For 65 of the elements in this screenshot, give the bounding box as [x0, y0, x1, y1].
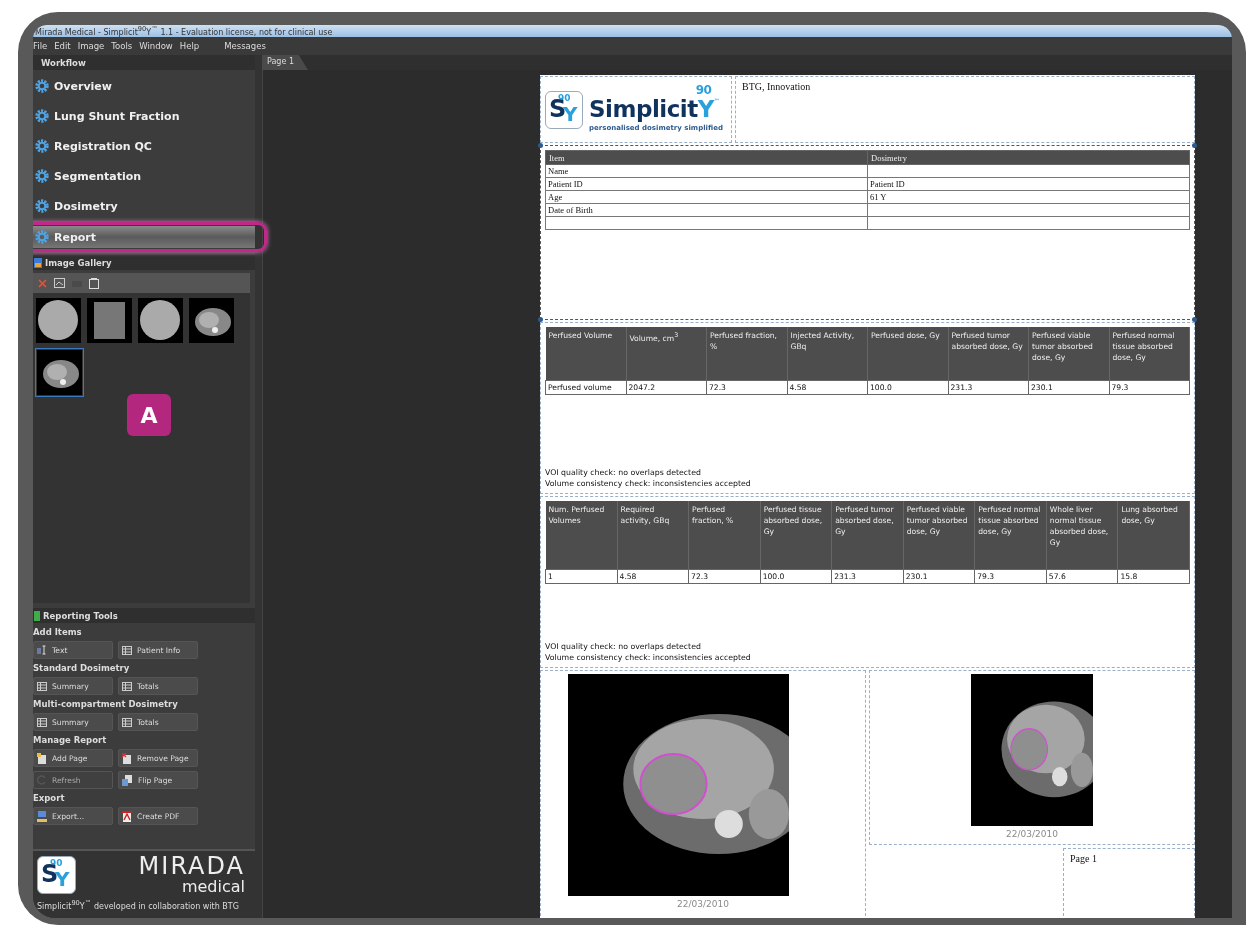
- group-title: Manage Report: [33, 734, 108, 747]
- menu-item[interactable]: Edit: [54, 41, 71, 51]
- group-title: Add Items: [33, 626, 83, 639]
- gear-icon: [35, 199, 49, 213]
- callout-badge: A: [127, 394, 171, 436]
- add-page-icon: [37, 752, 47, 764]
- workflow-item[interactable]: Lung Shunt Fraction: [33, 101, 255, 131]
- credit-text: Simplicit$^{90}$Y$^{™}$ developed in collaboration with BTG: [37, 898, 240, 911]
- table-icon: [37, 681, 47, 691]
- column-header: Dosimetry: [867, 150, 1190, 165]
- group-title: Multi-compartment Dosimetry: [33, 698, 179, 711]
- flip-page-icon: [122, 774, 133, 786]
- menu-item[interactable]: Image: [77, 41, 105, 51]
- scan-thumbnail[interactable]: [35, 297, 82, 344]
- table-icon: [37, 717, 47, 727]
- logo-subtitle: medical: [181, 878, 245, 896]
- gear-icon: [35, 169, 49, 183]
- scan-thumbnail[interactable]: [188, 297, 235, 344]
- table-cell: Patient ID: [545, 177, 868, 191]
- gear-icon: [35, 109, 49, 123]
- group-title: Export: [33, 792, 66, 805]
- image-date: 22/03/2010: [1006, 829, 1058, 839]
- scan-thumbnail[interactable]: [35, 348, 84, 397]
- tool-icon: [34, 610, 40, 621]
- image-date: 22/03/2010: [677, 899, 729, 909]
- page-tab[interactable]: Page 1: [262, 55, 308, 70]
- menu-item[interactable]: Tools: [111, 41, 133, 51]
- computer-icon: [37, 810, 47, 822]
- remove-page-icon: [122, 752, 132, 764]
- menu-item[interactable]: Window: [139, 41, 173, 51]
- gear-icon: [35, 139, 49, 153]
- gear-icon: [35, 79, 49, 93]
- workflow-item[interactable]: Registration QC: [33, 131, 255, 161]
- column-header: Item: [545, 150, 868, 165]
- scan-thumbnail[interactable]: [137, 297, 184, 344]
- image-icon[interactable]: [54, 278, 65, 288]
- table-icon: [122, 681, 132, 691]
- workflow-item[interactable]: Overview: [33, 71, 255, 101]
- panel-title: Reporting Tools: [43, 610, 118, 621]
- text-cursor-icon: [37, 645, 47, 655]
- panel-title: Image Gallery: [45, 257, 112, 268]
- pdf-icon: [122, 810, 132, 822]
- header-text: BTG, Innovation: [742, 81, 811, 92]
- table-cell: 61 Y: [867, 190, 1190, 204]
- panel-title: Workflow: [41, 57, 86, 68]
- menu-item[interactable]: Help: [179, 41, 200, 51]
- table-icon: [122, 717, 132, 727]
- table-cell: Name: [545, 164, 868, 178]
- messages-tab[interactable]: Messages: [224, 41, 266, 51]
- page-label: Page 1: [1070, 853, 1097, 864]
- workflow-item[interactable]: Report: [33, 226, 255, 248]
- workflow-item[interactable]: Dosimetry: [33, 191, 255, 221]
- table-cell: Date of Birth: [545, 203, 868, 217]
- gear-icon: [35, 230, 49, 244]
- logo-wordmark: MIRADA: [138, 854, 245, 878]
- table-icon: [122, 645, 132, 655]
- scan-thumbnail[interactable]: [86, 297, 133, 344]
- group-title: Standard Dosimetry: [33, 662, 131, 675]
- menu-item[interactable]: File: [33, 41, 48, 51]
- gallery-icon: [34, 257, 42, 268]
- page-icon[interactable]: [89, 277, 99, 289]
- table-cell: Age: [545, 190, 868, 204]
- workflow-item[interactable]: Segmentation: [33, 161, 255, 191]
- table-cell: Patient ID: [867, 177, 1190, 191]
- window-title: Mirada Medical - Simplicit$^{90}$Y$^{™}$ 1.1 - Evaluation license, not for clinical use: [35, 25, 333, 37]
